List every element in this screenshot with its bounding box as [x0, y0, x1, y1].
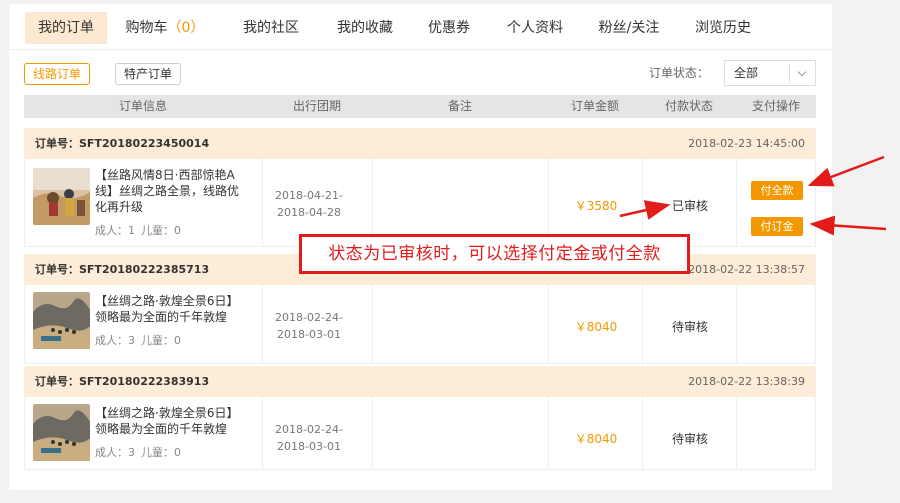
adult-count: 成人：1: [95, 224, 135, 237]
col-order-info: 订单信息: [118, 99, 167, 113]
chevron-down-icon: [789, 64, 815, 82]
adult-count: 成人：3: [95, 334, 135, 347]
child-count: 儿童：0: [141, 446, 181, 459]
tab-my-favorites[interactable]: 我的收藏: [327, 12, 403, 44]
pay-status: 已审核: [671, 199, 708, 213]
tab-profile[interactable]: 个人资料: [497, 12, 573, 44]
product-title[interactable]: 【丝路风情8日·西部惊艳A线】丝绸之路全景，线路优化再升级: [95, 167, 245, 215]
tab-label: 浏览历史: [695, 20, 751, 36]
product-title[interactable]: 【丝绸之路·敦煌全景6日】领略最为全面的千年敦煌: [95, 405, 245, 437]
tab-coupons[interactable]: 优惠券: [419, 12, 479, 44]
col-remark: 备注: [447, 99, 472, 113]
cart-count-open: （: [167, 20, 182, 36]
travel-date: 2018-02-24- 2018-03-01: [265, 421, 353, 455]
tab-label: 购物车: [125, 20, 168, 36]
col-pay-action: 支付操作: [751, 99, 800, 113]
pay-status: 待审核: [671, 320, 708, 334]
child-count: 儿童：0: [141, 334, 181, 347]
travel-date: 2018-04-21- 2018-04-28: [265, 187, 353, 221]
order-time: 2018-02-22 13:38:57: [688, 263, 805, 276]
annotation-callout: 状态为已审核时，可以选择付定金或付全款: [299, 234, 690, 274]
order-number: 订单号：SFT20180222383913: [35, 375, 210, 388]
tab-my-orders[interactable]: 我的订单: [25, 12, 107, 44]
child-count: 儿童：0: [141, 224, 181, 237]
date-to: 2018-03-01: [277, 328, 341, 341]
order-status-label: 订单状态：: [649, 66, 710, 80]
order-header: 订单号：SFT20180222383913 2018-02-22 13:38:3…: [25, 366, 815, 397]
date-to: 2018-03-01: [277, 440, 341, 453]
product-thumbnail[interactable]: [33, 404, 90, 461]
order-row: 订单号：SFT20180223450014 2018-02-23 14:45:0…: [24, 128, 816, 247]
date-from: 2018-04-21-: [275, 189, 343, 202]
order-status-value: 全部: [734, 66, 759, 80]
order-number: 订单号：SFT20180222385713: [35, 263, 210, 276]
subtab-route-orders[interactable]: 线路订单: [24, 63, 90, 85]
tab-label: 我的社区: [243, 20, 299, 36]
order-time: 2018-02-22 13:38:39: [688, 375, 805, 388]
order-header: 订单号：SFT20180223450014 2018-02-23 14:45:0…: [25, 128, 815, 159]
subtab-specialty-orders[interactable]: 特产订单: [115, 63, 181, 85]
tab-browse-history[interactable]: 浏览历史: [685, 12, 761, 44]
order-number: 订单号：SFT20180223450014: [35, 137, 210, 150]
order-body: 【丝绸之路·敦煌全景6日】领略最为全面的千年敦煌 成人：3 儿童：0 2018-…: [25, 285, 815, 364]
travel-date: 2018-02-24- 2018-03-01: [265, 309, 353, 343]
adult-count: 成人：3: [95, 446, 135, 459]
tab-label: 粉丝/关注: [598, 20, 660, 36]
tab-label: 我的订单: [38, 20, 94, 36]
date-to: 2018-04-28: [277, 206, 341, 219]
order-status-select[interactable]: 全部: [724, 60, 816, 86]
product-thumbnail[interactable]: [33, 168, 90, 225]
col-amount: 订单金额: [570, 99, 619, 113]
main-tabs: 我的订单 购物车（0） 我的社区 我的收藏 优惠券 个人资料 粉丝/关注 浏览历…: [9, 4, 832, 50]
tab-my-community[interactable]: 我的社区: [233, 12, 309, 44]
tab-label: 个人资料: [507, 20, 563, 36]
order-amount: ￥3580: [574, 199, 618, 213]
col-pay-status: 付款状态: [664, 99, 713, 113]
col-travel-date: 出行团期: [292, 99, 341, 113]
tab-fans-follow[interactable]: 粉丝/关注: [591, 12, 667, 44]
order-body: 【丝绸之路·敦煌全景6日】领略最为全面的千年敦煌 成人：3 儿童：0 2018-…: [25, 397, 815, 470]
pay-full-button[interactable]: 付全款: [751, 181, 803, 200]
order-row: 订单号：SFT20180222383913 2018-02-22 13:38:3…: [24, 366, 816, 470]
tab-cart[interactable]: 购物车（0）: [119, 12, 211, 44]
tab-label: 我的收藏: [337, 20, 393, 36]
table-header: 订单信息 出行团期 备注 订单金额 付款状态 支付操作: [24, 95, 816, 118]
cart-count-close: ）: [190, 20, 205, 36]
pay-deposit-button[interactable]: 付订金: [751, 217, 803, 236]
order-amount: ￥8040: [574, 320, 618, 334]
pay-status: 待审核: [671, 432, 708, 446]
date-from: 2018-02-24-: [275, 423, 343, 436]
tab-label: 优惠券: [428, 20, 470, 36]
date-from: 2018-02-24-: [275, 311, 343, 324]
product-title[interactable]: 【丝绸之路·敦煌全景6日】领略最为全面的千年敦煌: [95, 293, 245, 325]
product-thumbnail[interactable]: [33, 292, 90, 349]
order-time: 2018-02-23 14:45:00: [688, 137, 805, 150]
order-amount: ￥8040: [574, 432, 618, 446]
